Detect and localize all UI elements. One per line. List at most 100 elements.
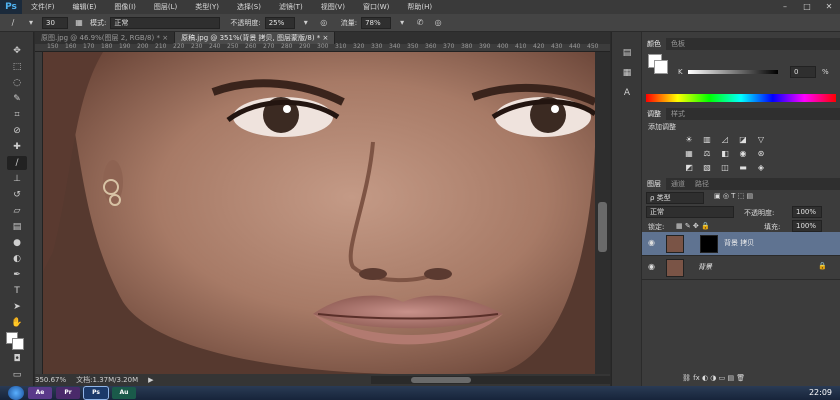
chevron-down-icon[interactable]: ▾	[24, 17, 38, 29]
quick-mask-icon[interactable]: ◘	[7, 352, 27, 366]
history-panel-icon[interactable]: ▤	[619, 46, 635, 60]
black-white-icon[interactable]: ◧	[718, 148, 732, 160]
channel-mixer-icon[interactable]: ⊛	[754, 148, 768, 160]
mode-select[interactable]: 正常	[110, 16, 221, 29]
dodge-tool-icon[interactable]: ◐	[7, 252, 27, 266]
pen-tool-icon[interactable]: ✒	[7, 268, 27, 282]
layer-actions[interactable]: ⛓ fx ◐ ◑ ▭ ▤ 🗑	[682, 374, 745, 382]
background-color-swatch[interactable]	[12, 338, 24, 350]
vertical-scroll-thumb[interactable]	[598, 202, 607, 252]
crop-tool-icon[interactable]: ⌗	[7, 108, 27, 122]
menu-layer[interactable]: 图层(L)	[145, 0, 186, 14]
selective-color-icon[interactable]: ◈	[754, 162, 768, 174]
layer-name[interactable]: 背景 拷贝	[724, 238, 754, 248]
type-tool-icon[interactable]: T	[7, 284, 27, 298]
tab-color[interactable]: 颜色	[642, 38, 666, 50]
flow-field[interactable]: 78%	[361, 16, 392, 29]
tab-swatches[interactable]: 色板	[666, 38, 690, 50]
path-select-tool-icon[interactable]: ➤	[7, 300, 27, 314]
gradient-tool-icon[interactable]: ▤	[7, 220, 27, 234]
vertical-scrollbar[interactable]	[595, 52, 610, 374]
tab-channels[interactable]: 通道	[666, 178, 690, 190]
tab-styles[interactable]: 样式	[666, 108, 690, 120]
gradient-map-icon[interactable]: ▬	[736, 162, 750, 174]
clone-stamp-tool-icon[interactable]: ⊥	[7, 172, 27, 186]
lock-icons[interactable]: ▦ ✎ ✥ 🔒	[676, 222, 710, 230]
close-icon[interactable]: ×	[162, 34, 168, 42]
color-spectrum[interactable]	[646, 94, 836, 102]
levels-icon[interactable]: ▥	[700, 134, 714, 146]
threshold-icon[interactable]: ◫	[718, 162, 732, 174]
eyedropper-tool-icon[interactable]: ⊘	[7, 124, 27, 138]
menu-view[interactable]: 视图(V)	[312, 0, 354, 14]
history-brush-tool-icon[interactable]: ↺	[7, 188, 27, 202]
brush-tool-icon[interactable]: ∕	[6, 17, 20, 29]
color-bg-swatch[interactable]	[654, 60, 668, 74]
menu-file[interactable]: 文件(F)	[22, 0, 64, 14]
minimize-icon[interactable]: –	[774, 0, 796, 14]
menu-select[interactable]: 选择(S)	[228, 0, 270, 14]
layer-mask-thumbnail[interactable]	[700, 235, 718, 253]
status-arrow-icon[interactable]: ▶	[148, 376, 153, 384]
marquee-tool-icon[interactable]: ⬚	[7, 60, 27, 74]
menu-image[interactable]: 图像(I)	[105, 0, 145, 14]
menu-window[interactable]: 窗口(W)	[354, 0, 398, 14]
taskbar-ps[interactable]: Ps	[83, 386, 109, 400]
posterize-icon[interactable]: ▧	[700, 162, 714, 174]
screen-mode-icon[interactable]: ▭	[7, 368, 27, 382]
layer-row[interactable]: ◉ 背景 拷贝	[642, 232, 840, 256]
brush-presets-icon[interactable]: ▦	[619, 66, 635, 80]
layer-filter-select[interactable]: ρ 类型	[646, 192, 704, 204]
canvas-image[interactable]	[43, 52, 595, 374]
layer-opacity-field[interactable]: 100%	[792, 206, 822, 218]
brush-panel-icon[interactable]: ▦	[72, 17, 86, 29]
vibrance-icon[interactable]: ▽	[754, 134, 768, 146]
lasso-tool-icon[interactable]: ◌	[7, 76, 27, 90]
photo-filter-icon[interactable]: ◉	[736, 148, 750, 160]
chevron-down-icon[interactable]: ▾	[395, 17, 409, 29]
exposure-icon[interactable]: ◪	[736, 134, 750, 146]
close-icon[interactable]: ✕	[818, 0, 840, 14]
fill-field[interactable]: 100%	[792, 220, 822, 232]
layer-name[interactable]: 背景	[698, 262, 712, 272]
menu-type[interactable]: 类型(Y)	[186, 0, 228, 14]
taskbar-ae[interactable]: Ae	[28, 387, 52, 399]
opacity-field[interactable]: 25%	[264, 16, 295, 29]
tab-layers[interactable]: 图层	[642, 178, 666, 190]
k-value-field[interactable]: 0	[790, 66, 816, 78]
brush-size-field[interactable]: 30	[42, 16, 68, 29]
chevron-down-icon[interactable]: ▾	[299, 17, 313, 29]
healing-brush-tool-icon[interactable]: ✚	[7, 140, 27, 154]
hue-sat-icon[interactable]: ▦	[682, 148, 696, 160]
character-panel-icon[interactable]: A	[619, 86, 635, 100]
menu-edit[interactable]: 编辑(E)	[64, 0, 106, 14]
color-balance-icon[interactable]: ⚖	[700, 148, 714, 160]
curves-icon[interactable]: ◿	[718, 134, 732, 146]
maximize-icon[interactable]: □	[796, 0, 818, 14]
quick-select-tool-icon[interactable]: ✎	[7, 92, 27, 106]
blur-tool-icon[interactable]: ●	[7, 236, 27, 250]
k-slider[interactable]	[688, 70, 778, 74]
airbrush-icon[interactable]: ✆	[413, 17, 427, 29]
eraser-tool-icon[interactable]: ▱	[7, 204, 27, 218]
pressure-size-icon[interactable]: ◎	[431, 17, 445, 29]
zoom-level[interactable]: 350.67%	[35, 376, 66, 384]
horizontal-scroll-thumb[interactable]	[411, 377, 471, 383]
layer-filter-icons[interactable]: ▣ ◎ T ⬚ ▤	[714, 192, 753, 200]
menu-help[interactable]: 帮助(H)	[398, 0, 441, 14]
hand-tool-icon[interactable]: ✋	[7, 316, 27, 330]
taskbar-pr[interactable]: Pr	[56, 387, 80, 399]
pressure-opacity-icon[interactable]: ◎	[317, 17, 331, 29]
taskbar-au[interactable]: Au	[112, 387, 136, 399]
eye-icon[interactable]: ◉	[648, 238, 655, 247]
invert-icon[interactable]: ◩	[682, 162, 696, 174]
tab-adjustments[interactable]: 调整	[642, 108, 666, 120]
brightness-icon[interactable]: ☀	[682, 134, 696, 146]
menu-filter[interactable]: 滤镜(T)	[270, 0, 312, 14]
close-icon[interactable]: ×	[323, 34, 329, 42]
eye-icon[interactable]: ◉	[648, 262, 655, 271]
layer-row[interactable]: ◉ 背景 🔒	[642, 256, 840, 280]
move-tool-icon[interactable]: ✥	[7, 44, 27, 58]
start-button[interactable]	[8, 386, 24, 400]
tab-paths[interactable]: 路径	[690, 178, 714, 190]
